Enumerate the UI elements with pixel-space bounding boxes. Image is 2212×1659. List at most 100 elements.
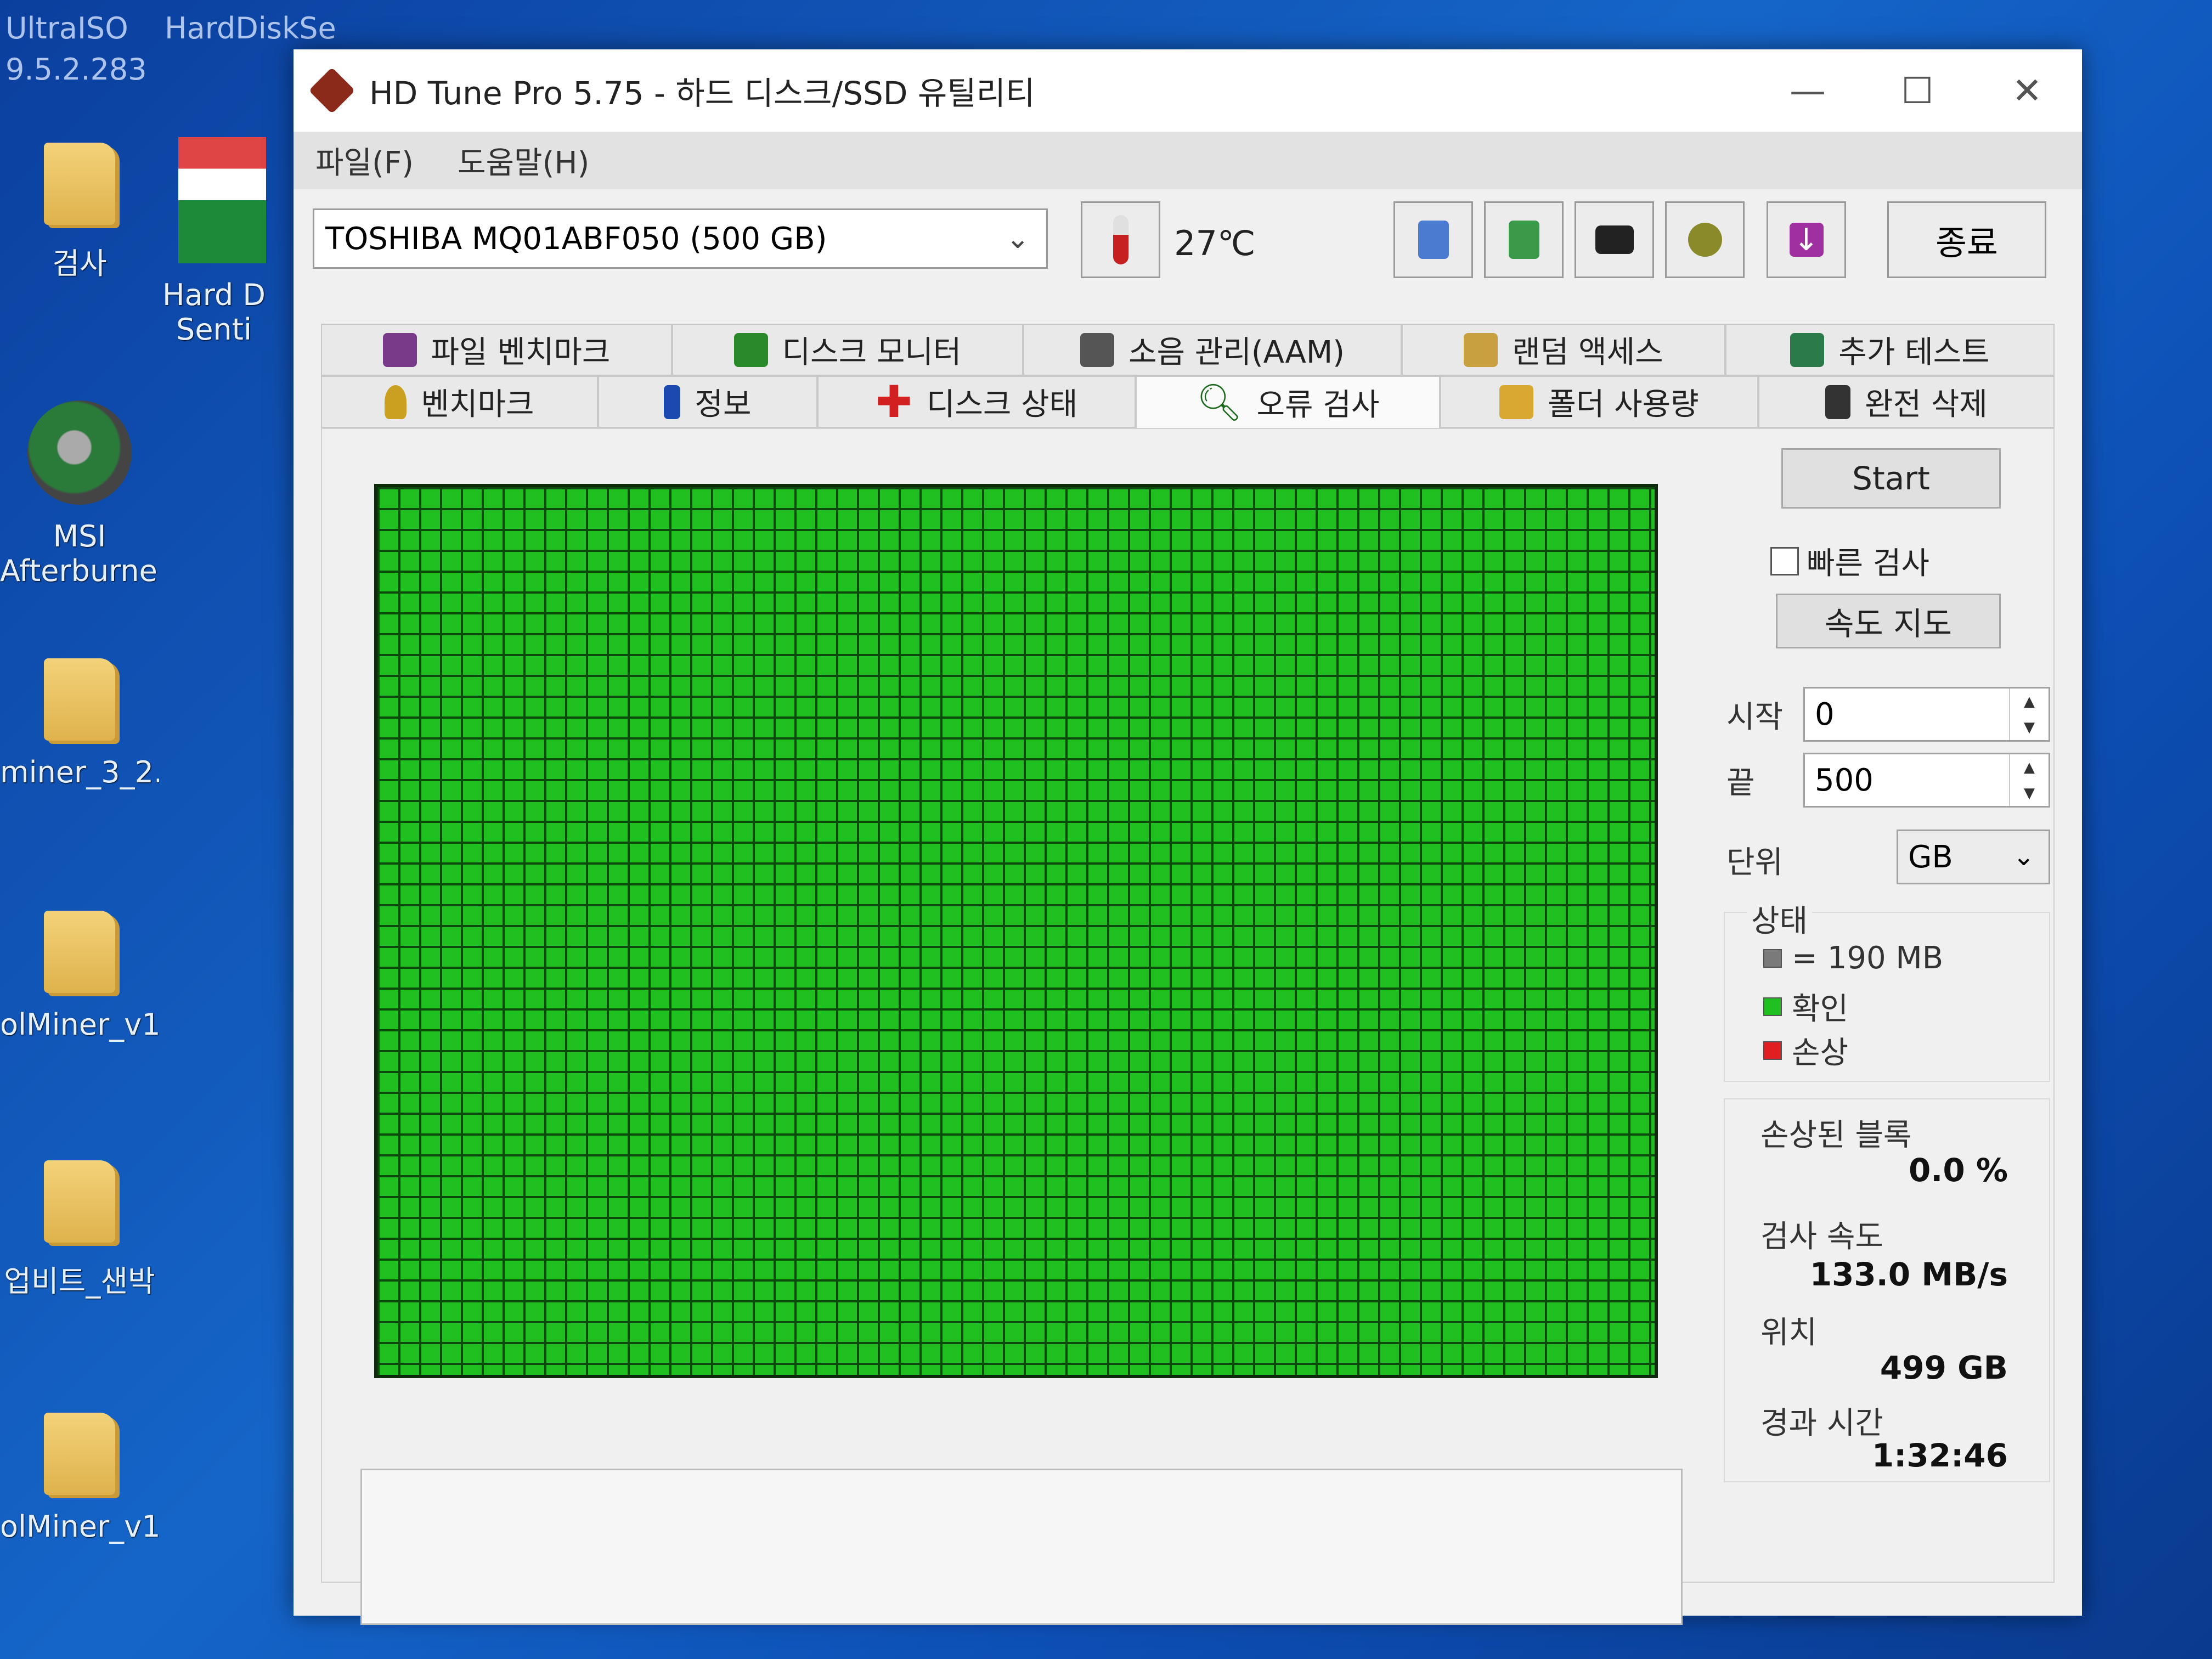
copy-screen-button[interactable] [1484, 201, 1564, 278]
random-access-icon [1464, 332, 1498, 367]
screenshot-button[interactable] [1575, 201, 1654, 278]
desktop-icon-label: olMiner_v1... [0, 1509, 159, 1544]
speaker-icon [1080, 332, 1114, 367]
tab-secure-erase[interactable]: 완전 삭제 [1758, 376, 2055, 428]
start-button[interactable]: Start [1781, 448, 2001, 509]
drive-select-value: TOSHIBA MQ01ABF050 (500 GB) [325, 221, 827, 257]
spin-up-icon[interactable]: ▲ [2024, 693, 2035, 710]
desktop-icon-hdd-sentinel[interactable]: Hard D Senti [159, 137, 285, 347]
desktop-label-ultraiso-version: 9.5.2.283 [5, 52, 147, 87]
end-spinner[interactable]: ▲ ▼ [2009, 754, 2049, 806]
legend-damaged: 손상 [1763, 1028, 1848, 1073]
menu-file[interactable]: 파일(F) [315, 138, 414, 183]
elapsed-time-value: 1:32:46 [1871, 1437, 2008, 1474]
desktop-icon-folder[interactable]: miner_3_2... [0, 658, 159, 789]
legend-ok-label: 확인 [1792, 991, 1849, 1027]
disk-monitor-icon [733, 332, 768, 367]
spin-down-icon[interactable]: ▼ [2024, 719, 2035, 736]
folder-icon [44, 1413, 115, 1495]
speed-map-button[interactable]: 속도 지도 [1776, 594, 2001, 648]
tab-label: 폴더 사용량 [1548, 387, 1699, 422]
unit-select[interactable]: GB ⌄ [1897, 830, 2050, 884]
info-icon [664, 385, 681, 419]
benchmark-icon [385, 385, 407, 419]
options-button[interactable] [1665, 201, 1745, 278]
minimize-button[interactable]: — [1753, 70, 1863, 112]
exit-button[interactable]: 종료 [1887, 201, 2046, 278]
desktop-icon-folder[interactable]: olMiner_v1... [0, 1413, 159, 1544]
desktop-icon-label: 업비트_샌박 [4, 1264, 155, 1299]
folder-icon [44, 143, 115, 225]
desktop-icon-folder[interactable]: 검사 [0, 143, 159, 283]
quick-scan-label: 빠른 검사 [1807, 546, 1929, 582]
desktop-icon-folder[interactable]: 업비트_샌박 [0, 1160, 159, 1300]
quick-scan-option[interactable]: 빠른 검사 [1770, 539, 1929, 583]
drive-select[interactable]: TOSHIBA MQ01ABF050 (500 GB) ⌄ [313, 208, 1048, 269]
maximize-button[interactable]: ☐ [1863, 70, 1972, 112]
position-label: 위치 [1760, 1315, 1818, 1351]
temperature-button[interactable] [1081, 201, 1160, 278]
tab-label: 벤치마크 [421, 387, 534, 422]
desktop-icon-label: miner_3_2... [0, 755, 159, 789]
tab-error-scan[interactable]: 🔍︎ 오류 검사 [1136, 376, 1440, 428]
green-square-icon [1763, 997, 1782, 1016]
desktop-icon-msi[interactable]: MSI Afterburner [0, 400, 159, 588]
tab-extra-tests[interactable]: 추가 테스트 [1725, 324, 2055, 376]
tab-label: 소음 관리(AAM) [1128, 335, 1345, 370]
legend-block-size: = 190 MB [1763, 940, 1943, 976]
close-button[interactable]: ✕ [1972, 70, 2082, 112]
tab-folder-usage[interactable]: 폴더 사용량 [1440, 376, 1758, 428]
tab-file-benchmark[interactable]: 파일 벤치마크 [321, 324, 672, 376]
folder-icon [44, 911, 115, 993]
tab-label: 디스크 모니터 [782, 335, 962, 370]
download-icon: ↓ [1789, 222, 1824, 258]
error-scan-panel: Start 빠른 검사 속도 지도 시작 0 ▲ ▼ 끝 500 ▲ ▼ 단위 GB… [321, 428, 2055, 1625]
scan-block-grid [374, 484, 1658, 1378]
msi-afterburner-icon [27, 400, 132, 505]
damaged-blocks-value: 0.0 % [1908, 1152, 2008, 1189]
spin-down-icon[interactable]: ▼ [2024, 785, 2035, 802]
menu-bar: 파일(F) 도움말(H) [294, 132, 2082, 189]
position-value: 499 GB [1880, 1349, 2008, 1386]
tab-label: 랜덤 액세스 [1512, 335, 1663, 370]
desktop-icon-label: olMiner_v1... [0, 1007, 159, 1042]
desktop-icon-folder[interactable]: olMiner_v1... [0, 911, 159, 1042]
copy-info-button[interactable] [1393, 201, 1473, 278]
tab-disk-health[interactable]: ✚ 디스크 상태 [817, 376, 1136, 428]
tab-label: 디스크 상태 [926, 387, 1078, 422]
hdtune-app-icon [308, 67, 356, 114]
tab-random-access[interactable]: 랜덤 액세스 [1402, 324, 1725, 376]
folder-icon [44, 658, 115, 741]
spin-up-icon[interactable]: ▲ [2024, 759, 2035, 776]
start-spinner[interactable]: ▲ ▼ [2009, 689, 2049, 740]
desktop-icon-label: Hard D Senti [162, 278, 266, 347]
gray-square-icon [1763, 949, 1782, 968]
tab-row-1: 파일 벤치마크 디스크 모니터 소음 관리(AAM) 랜덤 액세스 추가 테스트 [321, 324, 2055, 376]
quick-scan-checkbox[interactable] [1770, 546, 1799, 575]
unit-select-value: GB [1908, 839, 1953, 875]
temperature-value: 27℃ [1174, 223, 1256, 263]
menu-help[interactable]: 도움말(H) [458, 138, 589, 183]
extra-tests-icon [1790, 332, 1825, 367]
tab-benchmark[interactable]: 벤치마크 [321, 376, 598, 428]
start-label: 시작 [1726, 699, 1784, 735]
camera-icon [1595, 225, 1634, 254]
start-position-input[interactable]: 0 ▲ ▼ [1803, 687, 2050, 742]
health-cross-icon: ✚ [875, 376, 912, 427]
window-title: HD Tune Pro 5.75 - 하드 디스크/SSD 유틸리티 [369, 75, 1035, 112]
chevron-down-icon: ⌄ [1006, 222, 1030, 255]
tab-info[interactable]: 정보 [598, 376, 817, 428]
title-bar[interactable]: HD Tune Pro 5.75 - 하드 디스크/SSD 유틸리티 — ☐ ✕ [294, 49, 2082, 132]
hdd-sentinel-icon [178, 137, 266, 263]
chevron-down-icon: ⌄ [2012, 841, 2035, 872]
tab-label: 파일 벤치마크 [431, 335, 611, 370]
toolbar: TOSHIBA MQ01ABF050 (500 GB) ⌄ 27℃ ↓ 종료 [294, 189, 2082, 326]
tab-aam[interactable]: 소음 관리(AAM) [1023, 324, 1402, 376]
tab-disk-monitor[interactable]: 디스크 모니터 [672, 324, 1023, 376]
save-button[interactable]: ↓ [1767, 201, 1846, 278]
tab-label: 오류 검사 [1256, 387, 1380, 423]
magnifier-icon: 🔍︎ [1196, 381, 1243, 424]
end-position-input[interactable]: 500 ▲ ▼ [1803, 753, 2050, 808]
start-position-value: 0 [1815, 696, 1835, 732]
elapsed-time-label: 경과 시간 [1760, 1406, 1883, 1441]
